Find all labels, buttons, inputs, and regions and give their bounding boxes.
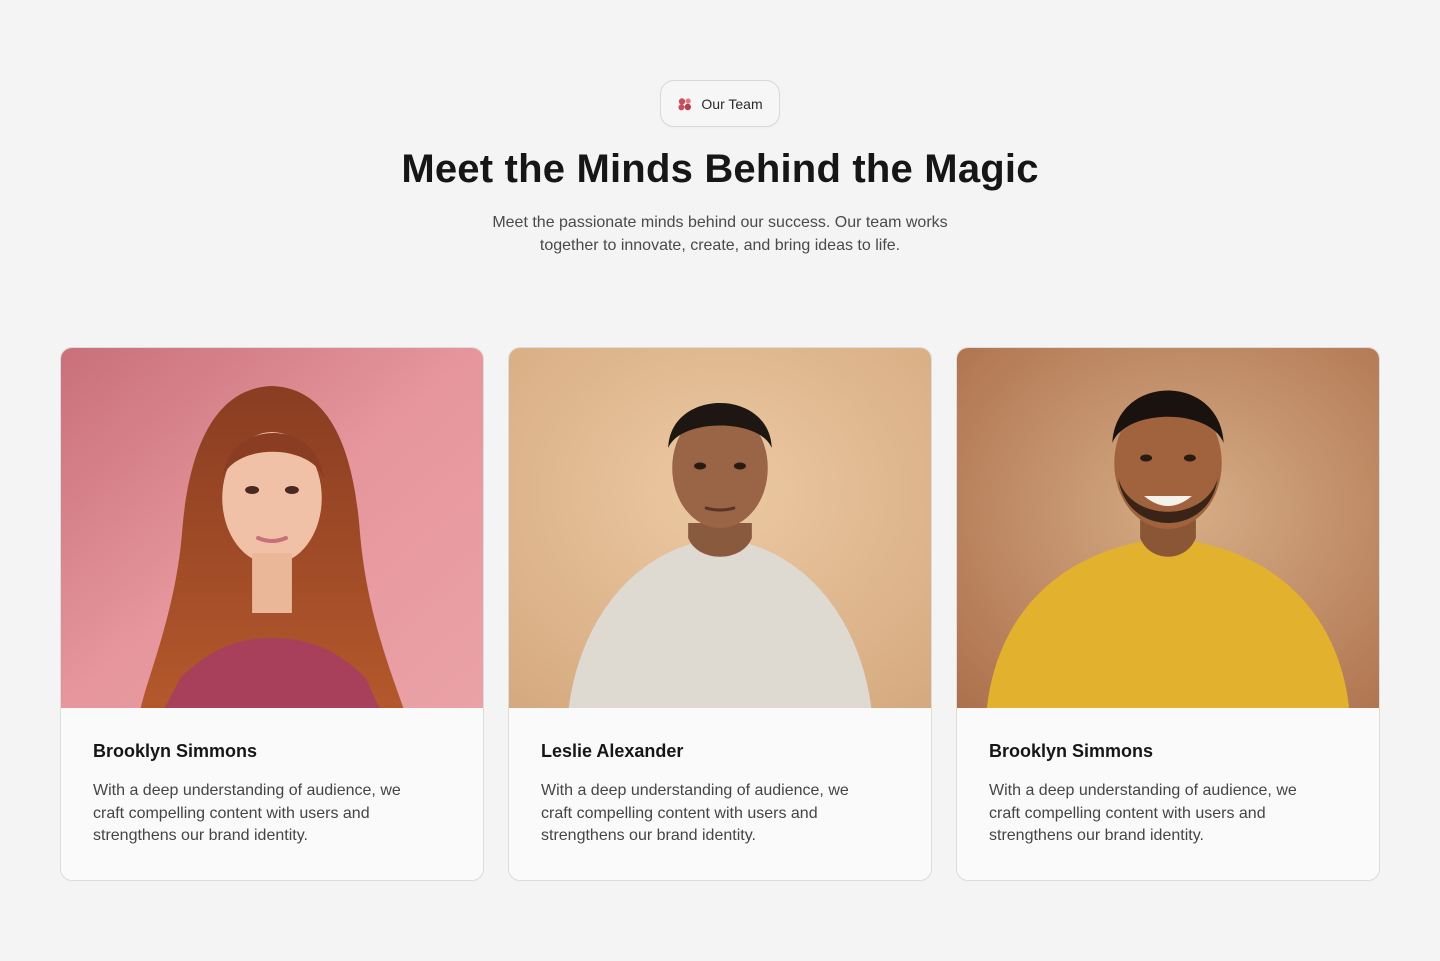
- our-team-badge: Our Team: [660, 80, 780, 127]
- team-section: Our Team Meet the Minds Behind the Magic…: [0, 0, 1440, 961]
- team-card: Leslie Alexander With a deep understandi…: [508, 347, 932, 881]
- team-card: Brooklyn Simmons With a deep understandi…: [60, 347, 484, 881]
- team-member-photo: [61, 348, 483, 708]
- team-member-name: Brooklyn Simmons: [93, 741, 258, 761]
- team-blobs-icon: [678, 97, 692, 110]
- team-member-photo: [957, 348, 1379, 708]
- team-member-bio: With a deep understanding of audience, w…: [93, 782, 401, 844]
- team-cards: Brooklyn Simmons With a deep understandi…: [60, 347, 1380, 881]
- page-title: Meet the Minds Behind the Magic: [401, 147, 1039, 191]
- team-card: Brooklyn Simmons With a deep understandi…: [956, 347, 1380, 881]
- section-header: Our Team Meet the Minds Behind the Magic…: [0, 80, 1440, 257]
- team-member-bio: With a deep understanding of audience, w…: [989, 782, 1297, 844]
- team-member-bio: With a deep understanding of audience, w…: [541, 782, 849, 844]
- page-subtitle: Meet the passionate minds behind our suc…: [492, 214, 948, 254]
- team-member-photo: [509, 348, 931, 708]
- badge-label: Our Team: [701, 95, 763, 112]
- team-member-name: Brooklyn Simmons: [989, 741, 1154, 761]
- team-member-name: Leslie Alexander: [541, 741, 684, 761]
